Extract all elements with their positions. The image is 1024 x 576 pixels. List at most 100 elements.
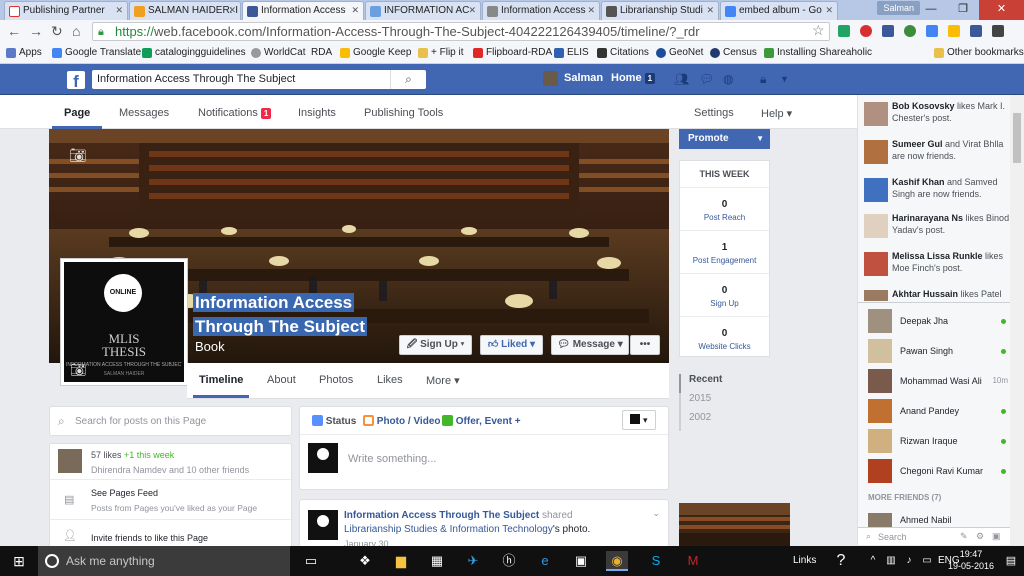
browser-profile-badge[interactable]: Salman [877, 1, 920, 15]
home-link[interactable]: Home 1 [611, 72, 656, 84]
pinterest-icon[interactable] [860, 25, 872, 37]
page-category[interactable]: Book [195, 339, 225, 354]
bookmark-item[interactable]: Flipboard-RDA [473, 47, 552, 58]
restore-icon[interactable]: ❐ [947, 0, 979, 20]
close-tab-icon[interactable]: ✕ [706, 5, 714, 16]
page-title[interactable]: Information Access Through The Subject [193, 291, 367, 339]
hide-sidebar-icon[interactable]: ▣ [992, 531, 1001, 542]
facebook-logo-icon[interactable]: f [67, 71, 85, 89]
friend-requests-icon[interactable]: 👥︎ [674, 72, 689, 86]
tab-publishing-tools[interactable]: Publishing Tools [364, 107, 443, 119]
menu-icon[interactable] [992, 25, 1004, 37]
grammarly-icon[interactable] [904, 25, 916, 37]
app-icon[interactable]: ❖ [354, 551, 376, 571]
invite-friends-link[interactable]: Invite friends to like this Page [91, 533, 208, 543]
tab-photos[interactable]: Photos [319, 374, 353, 386]
year-link-recent[interactable]: Recent [679, 374, 739, 393]
chat-contact[interactable]: Mohammad Wasi Ali 10m [868, 369, 1008, 393]
bookmark-item[interactable]: catalogingguidelines [142, 47, 246, 58]
bookmark-item[interactable]: Census [710, 47, 757, 58]
avatar[interactable] [58, 449, 82, 473]
ticker-item[interactable]: Harinarayana Ns likes Binod Yadav's post… [864, 212, 1010, 238]
bookmark-item[interactable]: Citations [597, 47, 649, 58]
year-link-2015[interactable]: 2015 [679, 393, 739, 412]
compose-icon[interactable]: ✎ [960, 531, 968, 542]
skype-icon[interactable]: S [645, 551, 667, 571]
browser-tab[interactable]: INFORMATION AC ✕ [365, 1, 481, 20]
stat-sign-up[interactable]: 0 Sign Up [680, 285, 769, 308]
message-button[interactable]: 💬︎ Message ▾ [551, 335, 629, 355]
likes-count[interactable]: 57 likes [91, 450, 122, 460]
page-avatar[interactable] [308, 510, 338, 540]
chat-contact[interactable]: Deepak Jha [868, 309, 1008, 333]
chevron-down-icon[interactable]: ▼ [780, 74, 794, 88]
task-view-icon[interactable]: ▭ [300, 551, 322, 571]
offer-event-tab[interactable]: Offer, Event + [442, 415, 521, 427]
chat-search-input[interactable]: ⌕ Search ✎ ⚙ ▣ [858, 527, 1010, 545]
bookmark-item[interactable]: Google Translate [52, 47, 141, 58]
back-icon[interactable]: ← [7, 23, 21, 39]
tab-more[interactable]: More ▾ [426, 374, 460, 387]
promote-button[interactable]: Promote ▼ [679, 129, 770, 149]
sign-up-button[interactable]: 🖉︎ Sign Up ▾ [399, 335, 472, 355]
photo-thumbnail[interactable] [679, 503, 790, 546]
post-as-selector[interactable]: ▾ [622, 410, 656, 430]
keep-icon[interactable] [948, 25, 960, 37]
chrome-icon[interactable]: ◉ [606, 551, 628, 571]
bookmark-other[interactable]: Other bookmarks [934, 47, 1024, 58]
bookmark-item[interactable]: GeoNet [656, 47, 703, 58]
help-icon[interactable]: ? [830, 551, 852, 571]
stat-post-engagement[interactable]: 1 Post Engagement [680, 242, 769, 265]
more-options-button[interactable]: ••• [630, 335, 660, 355]
address-bar[interactable]: 🔒︎ https://web.facebook.com/Information-A… [92, 22, 830, 41]
close-tab-icon[interactable]: ✕ [351, 5, 359, 16]
stat-post-reach[interactable]: 0 Post Reach [680, 199, 769, 222]
tab-page[interactable]: Page [52, 107, 103, 129]
store-icon[interactable]: ▦ [426, 551, 448, 571]
camera-icon[interactable]: 📷︎ [70, 362, 87, 378]
bookmark-item[interactable]: ELIS [554, 47, 589, 58]
search-icon[interactable]: ⌕ [390, 70, 426, 89]
links-toolbar[interactable]: Links [793, 555, 816, 566]
home-icon[interactable]: ⌂ [72, 23, 80, 39]
chat-contact[interactable]: Anand Pandey [868, 399, 1008, 423]
profile-link[interactable]: Salman [564, 72, 603, 84]
tab-likes[interactable]: Likes [377, 374, 403, 386]
privacy-lock-icon[interactable]: 🔒︎ [760, 72, 774, 86]
chat-contact[interactable]: Ahmed Nabil [868, 513, 1008, 527]
facebook-search-input[interactable]: Information Access Through The Subject ⌕ [92, 70, 426, 89]
browser-tab[interactable]: Librarianship Studi ✕ [601, 1, 719, 20]
tab-help[interactable]: Help ▾ [761, 107, 792, 120]
messages-icon[interactable]: 💬︎ [699, 72, 714, 86]
bookmark-apps[interactable]: Apps [6, 47, 42, 58]
notifications-globe-icon[interactable]: ◍ [723, 72, 737, 86]
close-tab-icon[interactable]: ✕ [587, 5, 595, 16]
app-icon[interactable]: ✈ [462, 551, 484, 571]
browser-tab[interactable]: Publishing Partner ✕ [4, 1, 128, 20]
chat-contact[interactable]: Pawan Singh [868, 339, 1008, 363]
browser-tab-active[interactable]: Information Access ✕ [242, 1, 364, 20]
action-center-icon[interactable]: ▤ [1000, 551, 1022, 571]
close-tab-icon[interactable]: ✕ [115, 5, 123, 16]
liked-button[interactable]: 👍︎ Liked ▾ [480, 335, 543, 355]
facebook-ext-icon[interactable] [882, 25, 894, 37]
profile-picture[interactable]: ONLINE MLIS THESIS INFORMATION ACCESS TH… [61, 259, 187, 385]
avatar[interactable] [543, 71, 558, 86]
scrollbar-thumb[interactable] [1013, 113, 1021, 163]
photo-video-tab[interactable]: Photo / Video [363, 415, 441, 427]
close-tab-icon[interactable]: ✕ [825, 5, 833, 16]
post-source-link[interactable]: Librarianship Studies & Information Tech… [344, 524, 553, 535]
tab-timeline[interactable]: Timeline [193, 374, 250, 398]
scrollbar[interactable] [1010, 95, 1024, 545]
ticker-item[interactable]: Akhtar Hussain likes Patel [864, 288, 1010, 301]
mcafee-icon[interactable]: M [682, 551, 704, 571]
ticker-item[interactable]: Sumeer Gul and Virat Bhlla are now frien… [864, 138, 1010, 164]
minimize-icon[interactable]: — [915, 0, 947, 20]
tab-insights[interactable]: Insights [298, 107, 336, 119]
forward-icon[interactable]: → [29, 23, 43, 39]
browser-tab[interactable]: Information Access ✕ [482, 1, 600, 20]
bookmark-item[interactable]: WorldCat [251, 47, 306, 58]
drive-icon[interactable] [838, 25, 850, 37]
bookmark-item[interactable]: Installing Shareaholic [764, 47, 872, 58]
hp-icon[interactable]: ⓗ [498, 551, 520, 571]
